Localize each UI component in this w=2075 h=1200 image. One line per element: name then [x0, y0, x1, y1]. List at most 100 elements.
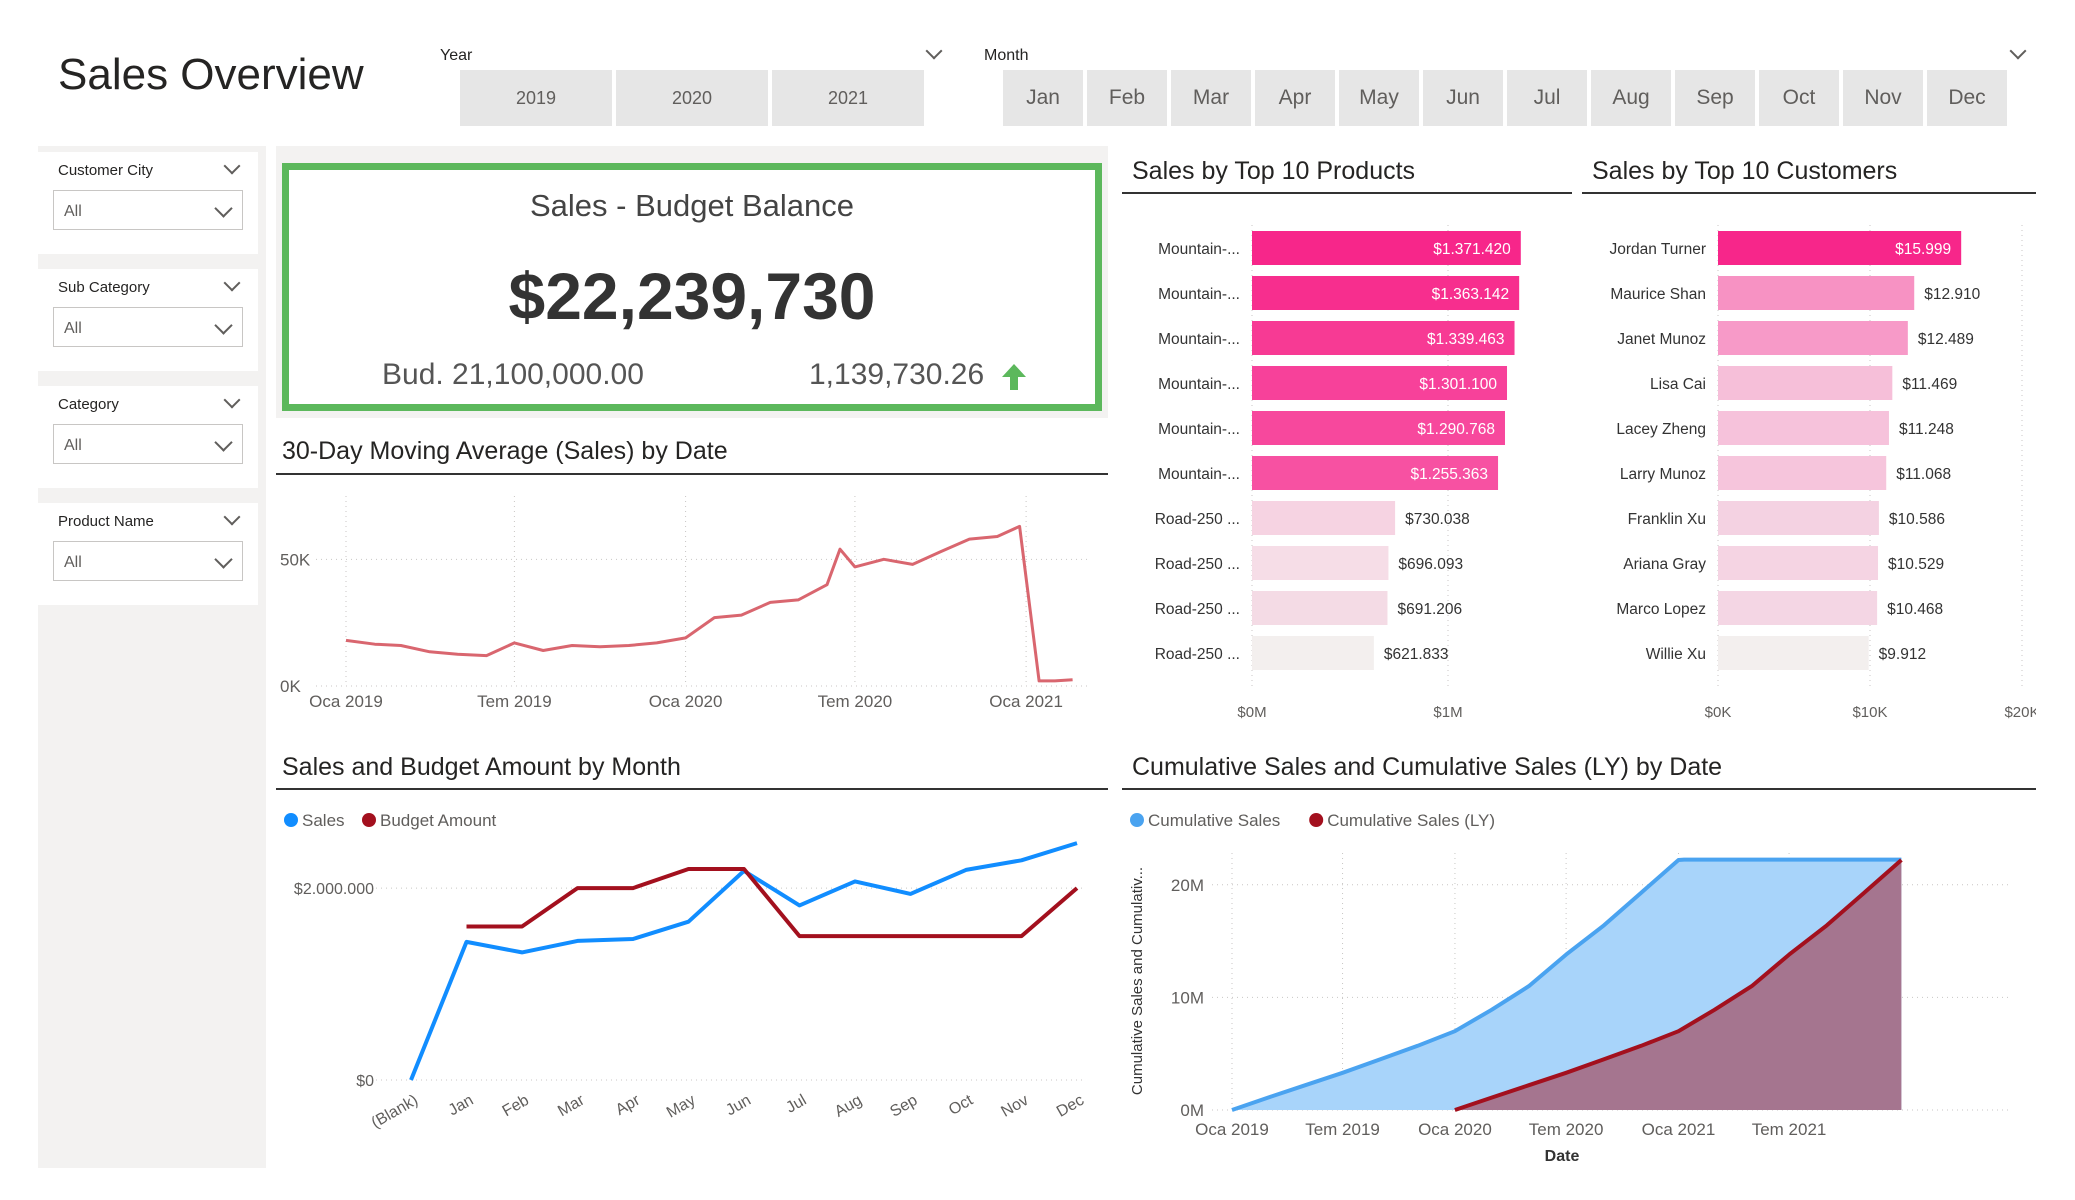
moving-average-title-rule	[276, 473, 1108, 475]
category-label: Mountain-...	[1158, 286, 1240, 303]
legend-label: Sales	[302, 811, 345, 830]
x-tick-label: $0M	[1237, 704, 1266, 721]
bar[interactable]	[1252, 591, 1388, 625]
bar[interactable]	[1718, 276, 1915, 310]
bar[interactable]	[1718, 411, 1889, 445]
bar[interactable]	[1718, 366, 1893, 400]
bar[interactable]	[1718, 636, 1869, 670]
filter-dropdown[interactable]: All	[53, 307, 243, 347]
category-label: Mountain-...	[1158, 331, 1240, 348]
year-option-2020[interactable]: 2020	[616, 70, 768, 126]
x-tick-label: Jan	[446, 1092, 477, 1120]
month-option-nov[interactable]: Nov	[1843, 70, 1923, 126]
month-option-apr[interactable]: Apr	[1255, 70, 1335, 126]
bar[interactable]	[1718, 501, 1879, 535]
category-label: Road-250 ...	[1155, 511, 1240, 528]
bar[interactable]	[1252, 636, 1374, 670]
month-slicer-label: Month	[984, 47, 1029, 64]
data-label: $12.489	[1918, 331, 1974, 348]
y-tick-label: 20M	[1171, 876, 1204, 895]
filter-header-chevron-down-icon[interactable]	[223, 157, 241, 175]
filter-label: Customer City	[58, 162, 154, 179]
dropdown-chevron-down-icon	[214, 550, 233, 569]
x-tick-label: Tem 2020	[1529, 1120, 1604, 1139]
category-label: Jordan Turner	[1610, 241, 1707, 258]
y-tick-label: 0K	[280, 677, 301, 696]
filter-value: All	[64, 203, 82, 220]
legend-label: Cumulative Sales (LY)	[1327, 811, 1495, 830]
month-option-jan[interactable]: Jan	[1003, 70, 1083, 126]
y-axis-title: Cumulative Sales and Cumulativ...	[1129, 867, 1146, 1095]
month-option-aug[interactable]: Aug	[1591, 70, 1671, 126]
filter-dropdown[interactable]: All	[53, 424, 243, 464]
year-option-2021[interactable]: 2021	[772, 70, 924, 126]
x-tick-label: Jun	[723, 1092, 754, 1120]
month-option-sep[interactable]: Sep	[1675, 70, 1755, 126]
x-tick-label: Jul	[783, 1092, 809, 1117]
filter-sub-category: Sub Category All	[38, 269, 258, 371]
filter-header-chevron-down-icon[interactable]	[223, 391, 241, 409]
category-label: Road-250 ...	[1155, 646, 1240, 663]
data-label: $1.363.142	[1432, 286, 1510, 303]
bar[interactable]	[1718, 591, 1878, 625]
data-label: $1.290.768	[1417, 421, 1495, 438]
data-label: $15.999	[1895, 241, 1951, 258]
x-tick-label: Sep	[887, 1092, 920, 1121]
month-option-jul[interactable]: Jul	[1507, 70, 1587, 126]
bar[interactable]	[1718, 321, 1908, 355]
moving-average-chart: 0K 50K Oca 2019 Tem 2019 Oca 2020 Tem 2020 Oca…	[280, 496, 1091, 711]
bar[interactable]	[1252, 501, 1396, 535]
category-label: Road-250 ...	[1155, 556, 1240, 573]
month-option-jun[interactable]: Jun	[1423, 70, 1503, 126]
x-tick-label: (Blank)	[369, 1092, 421, 1132]
y-tick-label: $2.000.000	[294, 881, 374, 898]
kpi-title: Sales - Budget Balance	[530, 188, 854, 223]
category-label: Maurice Shan	[1610, 286, 1706, 303]
data-label: $1.371.420	[1433, 241, 1511, 258]
filter-dropdown[interactable]: All	[53, 190, 243, 230]
legend-marker	[362, 813, 376, 827]
month-option-may[interactable]: May	[1339, 70, 1419, 126]
month-option-oct[interactable]: Oct	[1759, 70, 1839, 126]
data-label: $10.586	[1889, 511, 1945, 528]
top-customers-title: Sales by Top 10 Customers	[1592, 157, 1898, 185]
data-label: $12.910	[1924, 286, 1980, 303]
bar[interactable]	[1718, 546, 1879, 580]
moving-average-title: 30-Day Moving Average (Sales) by Date	[282, 437, 728, 465]
top-products-title: Sales by Top 10 Products	[1132, 157, 1416, 185]
category-label: Road-250 ...	[1155, 601, 1240, 618]
series-line-budget-amount[interactable]	[466, 867, 1079, 939]
legend-marker	[1130, 813, 1144, 827]
bar[interactable]	[1718, 456, 1887, 490]
x-tick-label: $20K	[2004, 704, 2036, 721]
filter-header-chevron-down-icon[interactable]	[223, 508, 241, 526]
legend-marker	[1309, 813, 1324, 827]
cumulative-title-rule	[1122, 788, 2036, 790]
x-tick-label: Tem 2020	[818, 692, 893, 711]
sales-budget-title: Sales and Budget Amount by Month	[282, 753, 681, 781]
month-option-dec[interactable]: Dec	[1927, 70, 2007, 126]
x-tick-label: Oca 2021	[989, 692, 1063, 711]
bar[interactable]	[1252, 546, 1389, 580]
filter-header-chevron-down-icon[interactable]	[223, 274, 241, 292]
cumulative-title: Cumulative Sales and Cumulative Sales (L…	[1132, 753, 1723, 781]
top-products-title-rule	[1122, 192, 1572, 194]
month-option-mar[interactable]: Mar	[1171, 70, 1251, 126]
moving-average-line[interactable]	[345, 524, 1073, 683]
filter-label: Sub Category	[58, 279, 150, 296]
kpi-card: Sales - Budget Balance $22,239,730 Bud. …	[282, 163, 1102, 411]
series-line-sales[interactable]	[409, 841, 1078, 1081]
category-label: Larry Munoz	[1620, 466, 1706, 483]
kpi-difference: 1,139,730.26	[809, 358, 985, 391]
category-label: Lacey Zheng	[1616, 421, 1706, 438]
year-option-2019[interactable]: 2019	[460, 70, 612, 126]
filter-dropdown[interactable]: All	[53, 541, 243, 581]
month-option-feb[interactable]: Feb	[1087, 70, 1167, 126]
filter-product-name: Product Name All	[38, 503, 258, 605]
x-tick-label: Oca 2021	[1642, 1120, 1716, 1139]
filter-label: Category	[58, 396, 119, 413]
kpi-budget: Bud. 21,100,000.00	[382, 358, 644, 391]
y-tick-label: $0	[356, 1073, 374, 1090]
x-tick-label: Apr	[613, 1091, 644, 1119]
x-tick-label: $10K	[1852, 704, 1887, 721]
